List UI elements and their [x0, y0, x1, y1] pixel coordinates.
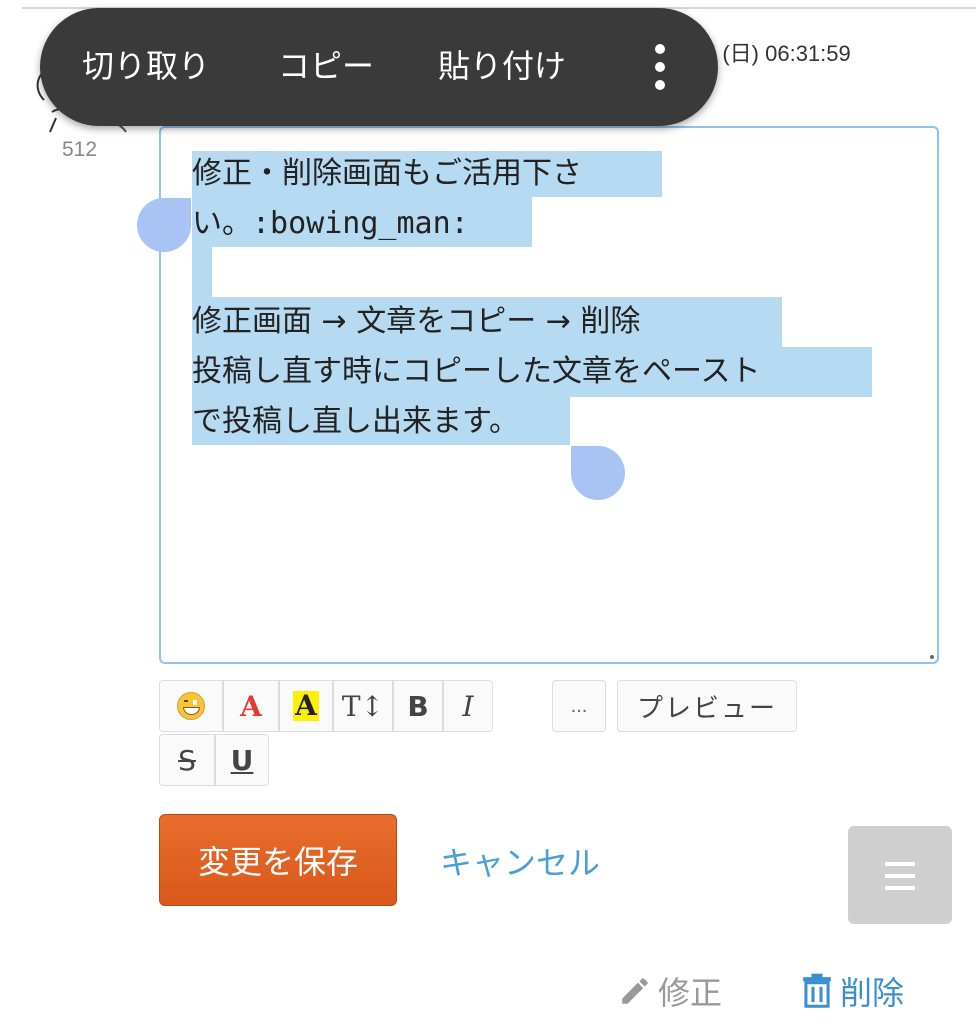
more-options-button[interactable]: ...	[552, 680, 606, 732]
preview-button[interactable]: プレビュー	[617, 680, 797, 732]
cut-menu-item[interactable]: 切り取り	[82, 46, 210, 86]
font-color-icon: A	[240, 689, 262, 723]
editor-line: で投稿し直し出来ます。	[192, 404, 519, 439]
paste-menu-item[interactable]: 貼り付け	[438, 46, 566, 86]
font-size-icon: T↕	[341, 689, 385, 723]
delete-link[interactable]: 削除	[800, 968, 904, 1014]
strikethrough-icon: S	[178, 743, 196, 777]
highlight-color-button[interactable]: A	[279, 680, 333, 732]
save-changes-button[interactable]: 変更を保存	[159, 814, 397, 906]
editor-line: 投稿し直す時にコピーした文章をペースト	[192, 354, 761, 389]
edit-link[interactable]: 修正	[618, 968, 722, 1014]
trash-icon	[803, 973, 831, 1008]
edit-label: 修正	[658, 974, 723, 1012]
font-color-button[interactable]: A	[223, 680, 279, 732]
strikethrough-button[interactable]: S	[159, 734, 215, 786]
underline-icon: U	[230, 743, 254, 777]
italic-button[interactable]: I	[443, 680, 493, 732]
editor-line: 修正・削除画面もご活用下さ	[192, 156, 582, 191]
italic-icon: I	[462, 689, 474, 723]
copy-menu-item[interactable]: コピー	[278, 46, 374, 86]
selection-end-handle[interactable]	[571, 446, 625, 500]
more-options-label: ...	[570, 694, 588, 717]
cancel-link[interactable]: キャンセル	[440, 838, 600, 884]
resize-handle[interactable]	[930, 655, 934, 659]
post-count: 512	[62, 138, 98, 161]
selection-start-handle[interactable]	[137, 198, 191, 252]
selection-highlight	[192, 247, 212, 297]
highlight-color-icon: A	[293, 689, 319, 722]
preview-label: プレビュー	[636, 693, 777, 724]
editor-line: い。:bowing_man:	[192, 206, 469, 241]
bold-button[interactable]: B	[393, 680, 443, 732]
text-selection-context-menu: 切り取り コピー 貼り付け	[40, 8, 718, 126]
emoji-button[interactable]	[159, 680, 223, 732]
more-vert-icon[interactable]	[640, 42, 680, 92]
emoji-icon	[177, 692, 205, 720]
delete-label: 削除	[840, 974, 905, 1012]
pencil-icon	[622, 978, 648, 1004]
underline-button[interactable]: U	[215, 734, 269, 786]
bold-icon: B	[407, 689, 429, 723]
post-timestamp: 5 (日) 06:31:59	[704, 41, 851, 66]
hamburger-menu-icon[interactable]	[848, 826, 952, 924]
font-size-button[interactable]: T↕	[333, 680, 393, 732]
editor-line: 修正画面 → 文章をコピー → 削除	[192, 304, 641, 339]
